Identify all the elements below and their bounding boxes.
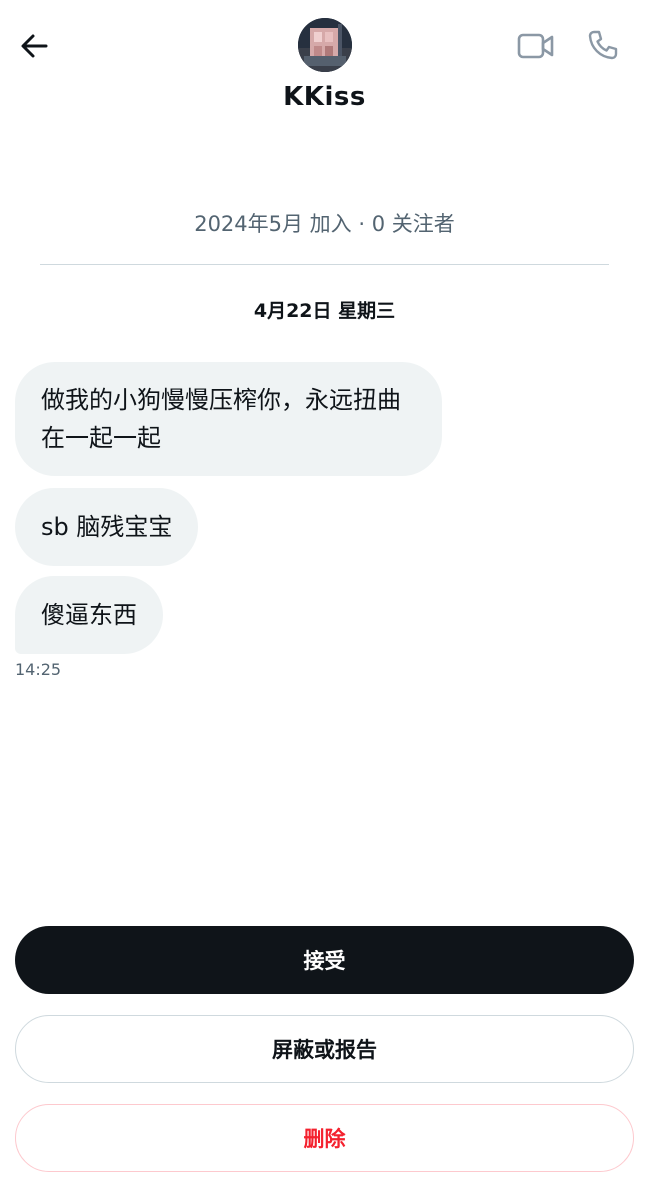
followers-count[interactable]: 0 关注者	[372, 212, 455, 236]
avatar[interactable]	[298, 18, 352, 72]
message-bubble[interactable]: 傻逼东西	[15, 576, 163, 654]
meta-separator: ·	[358, 212, 366, 236]
block-or-report-button[interactable]: 屏蔽或报告	[15, 1015, 634, 1083]
message-timestamp: 14:25	[15, 660, 62, 679]
voice-call-button[interactable]	[582, 24, 624, 66]
video-camera-icon	[517, 33, 554, 59]
display-name[interactable]: KKiss	[0, 82, 649, 112]
message-bubble[interactable]: sb 脑残宝宝	[15, 488, 199, 566]
message-bubble[interactable]: 做我的小狗慢慢压榨你，永远扭曲在一起一起	[15, 362, 442, 476]
dm-request-screen: KKiss 2024年5月 加入 · 0 关注者 4月22日 星期三 做我的小狗…	[0, 0, 649, 1200]
avatar-image	[298, 18, 352, 72]
delete-button[interactable]: 删除	[15, 1104, 634, 1172]
arrow-left-icon	[21, 34, 48, 58]
joined-date: 2024年5月 加入	[194, 212, 352, 236]
profile-meta: 2024年5月 加入 · 0 关注者	[0, 208, 649, 238]
phone-icon	[588, 30, 618, 60]
divider	[40, 264, 609, 265]
video-call-button[interactable]	[514, 26, 558, 66]
accept-button[interactable]: 接受	[15, 926, 634, 994]
back-button[interactable]	[14, 26, 54, 66]
conversation-date: 4月22日 星期三	[253, 300, 396, 322]
